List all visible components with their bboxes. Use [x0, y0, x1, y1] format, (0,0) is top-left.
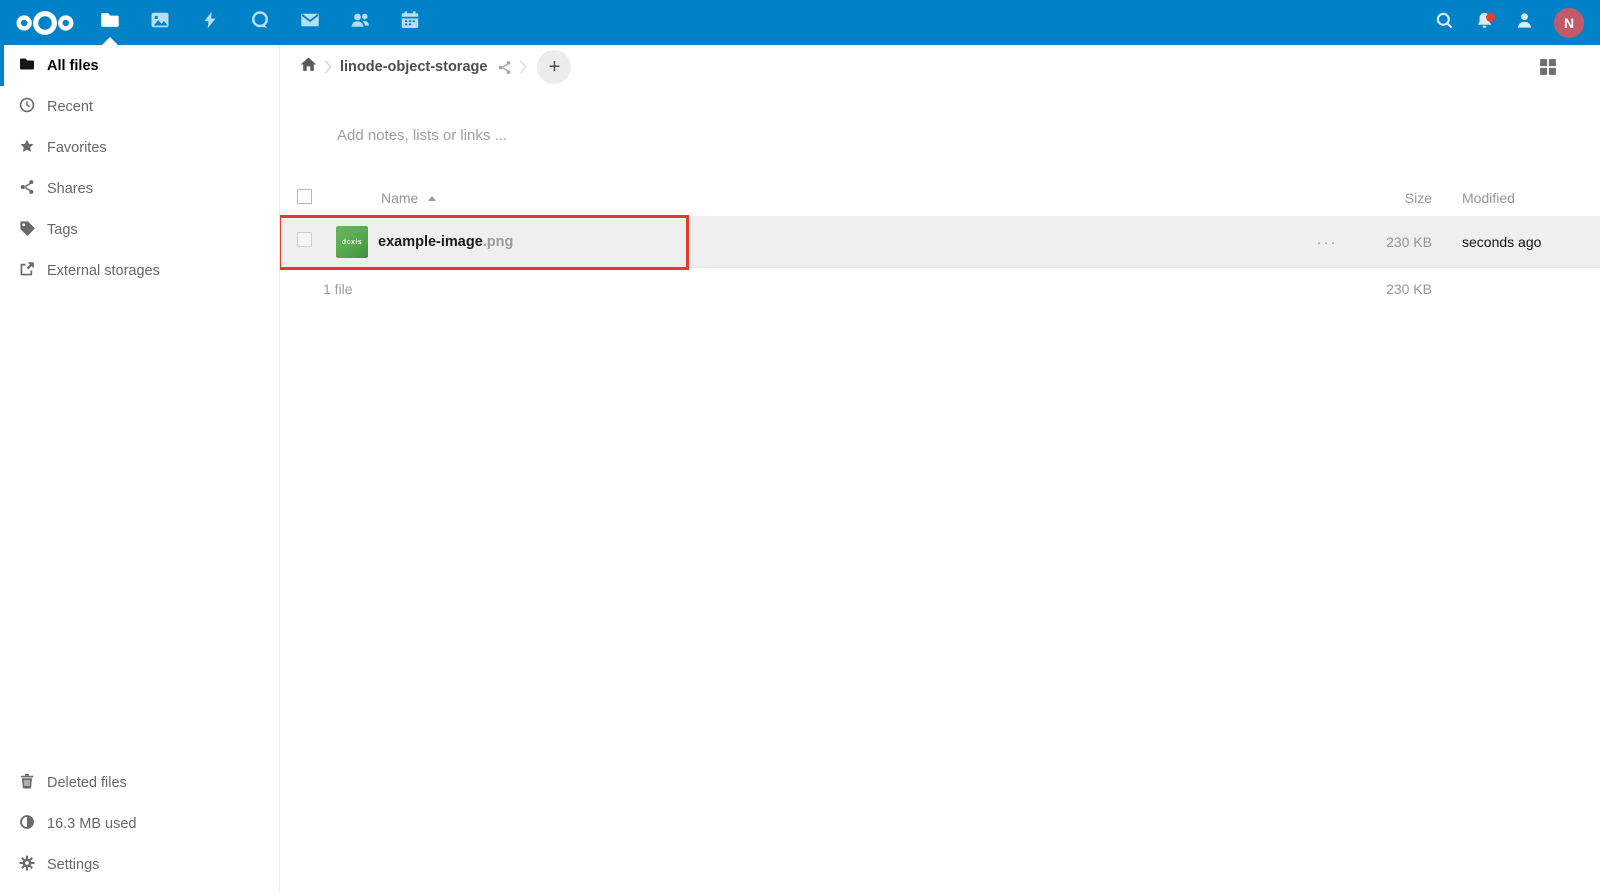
files-app-button[interactable] — [85, 0, 135, 45]
name-column-header[interactable]: Name — [330, 190, 1302, 206]
mail-envelope-icon — [300, 10, 320, 35]
notification-badge — [1486, 13, 1495, 22]
nextcloud-logo[interactable] — [13, 10, 85, 36]
sidebar-item-recent[interactable]: Recent — [0, 86, 279, 127]
topbar-right: N — [1424, 0, 1600, 45]
notifications-button[interactable] — [1464, 0, 1504, 45]
contacts-menu-icon — [1515, 11, 1534, 35]
grid-view-toggle[interactable] — [1539, 58, 1557, 81]
top-bar: N — [0, 0, 1600, 45]
file-table: Name Size Modified dcxls example-image.p… — [280, 180, 1600, 310]
calendar-app-button[interactable] — [385, 0, 435, 45]
talk-bubble-icon — [250, 10, 270, 35]
sidebar-item-label: 16.3 MB used — [47, 816, 136, 832]
share-icon — [19, 179, 35, 199]
sidebar-item-quota[interactable]: 16.3 MB used — [0, 803, 279, 844]
trash-icon — [19, 773, 35, 793]
file-row[interactable]: dcxls example-image.png ··· 230 KB secon… — [280, 217, 1600, 268]
home-icon[interactable] — [300, 56, 317, 78]
photos-app-button[interactable] — [135, 0, 185, 45]
sidebar-item-settings[interactable]: Settings — [0, 844, 279, 885]
folder-icon — [19, 56, 35, 76]
file-size: 230 KB — [1352, 234, 1432, 250]
clock-icon — [19, 97, 35, 117]
sidebar-item-shares[interactable]: Shares — [0, 168, 279, 209]
talk-app-button[interactable] — [235, 0, 285, 45]
select-all-cell — [280, 189, 330, 207]
chevron-right-icon — [324, 60, 333, 74]
file-name-cell[interactable]: dcxls example-image.png — [330, 226, 1302, 258]
sidebar-item-tags[interactable]: Tags — [0, 209, 279, 250]
contacts-people-icon — [350, 10, 370, 35]
sidebar-item-label: External storages — [47, 263, 160, 279]
sidebar-item-favorites[interactable]: Favorites — [0, 127, 279, 168]
app-menu — [85, 0, 435, 45]
notes-input[interactable]: Add notes, lists or links ... — [337, 127, 937, 144]
new-file-button[interactable]: + — [537, 50, 571, 84]
files-controls: linode-object-storage + — [280, 45, 1600, 89]
file-table-header: Name Size Modified — [280, 180, 1600, 217]
modified-column-header[interactable]: Modified — [1432, 190, 1600, 206]
photos-icon — [150, 10, 170, 35]
sidebar-footer: Deleted files 16.3 MB used Settings — [0, 762, 279, 893]
file-modified: seconds ago — [1432, 234, 1600, 250]
star-icon — [19, 138, 35, 158]
search-icon — [1435, 11, 1454, 35]
activity-app-button[interactable] — [185, 0, 235, 45]
contacts-app-button[interactable] — [335, 0, 385, 45]
calendar-icon — [400, 10, 420, 35]
sidebar-item-label: Tags — [47, 222, 78, 238]
mail-app-button[interactable] — [285, 0, 335, 45]
name-column-label: Name — [381, 190, 418, 206]
sidebar-item-label: Recent — [47, 99, 93, 115]
breadcrumb-folder[interactable]: linode-object-storage — [340, 59, 487, 75]
sidebar-item-deleted-files[interactable]: Deleted files — [0, 762, 279, 803]
file-basename: example-image — [378, 234, 483, 250]
select-all-checkbox[interactable] — [297, 189, 312, 204]
row-select-cell — [280, 232, 330, 252]
tag-icon — [19, 220, 35, 240]
sidebar-item-label: Deleted files — [47, 775, 127, 791]
chevron-right-icon — [519, 60, 528, 74]
sidebar: All files Recent Favorites Shares Tags E… — [0, 45, 280, 893]
breadcrumb: linode-object-storage + — [300, 50, 571, 84]
sidebar-item-external-storages[interactable]: External storages — [0, 250, 279, 291]
total-size: 230 KB — [1352, 281, 1432, 297]
more-actions-button[interactable]: ··· — [1302, 234, 1352, 251]
quota-pie-icon — [19, 814, 35, 834]
sidebar-item-label: Favorites — [47, 140, 107, 156]
search-button[interactable] — [1424, 0, 1464, 45]
sidebar-item-all-files[interactable]: All files — [0, 45, 279, 86]
file-table-summary: 1 file 230 KB — [280, 268, 1600, 310]
main-content: linode-object-storage + Add notes, lists… — [280, 45, 1600, 89]
file-count: 1 file — [280, 281, 1302, 297]
share-folder-icon[interactable] — [497, 60, 512, 75]
thumbnail-text: dcxls — [342, 239, 362, 246]
contacts-menu-button[interactable] — [1504, 0, 1544, 45]
file-extension: .png — [483, 234, 514, 250]
sidebar-item-label: Settings — [47, 857, 99, 873]
file-thumbnail: dcxls — [336, 226, 368, 258]
user-avatar[interactable]: N — [1554, 8, 1584, 38]
gear-icon — [19, 855, 35, 875]
activity-lightning-icon — [201, 10, 219, 35]
row-checkbox[interactable] — [297, 232, 312, 247]
files-folder-icon — [100, 10, 120, 35]
file-name: example-image.png — [378, 234, 513, 250]
sidebar-item-label: All files — [47, 58, 99, 74]
sort-ascending-icon — [428, 196, 436, 201]
size-column-header[interactable]: Size — [1352, 190, 1432, 206]
sidebar-item-label: Shares — [47, 181, 93, 197]
external-storage-icon — [19, 261, 35, 281]
